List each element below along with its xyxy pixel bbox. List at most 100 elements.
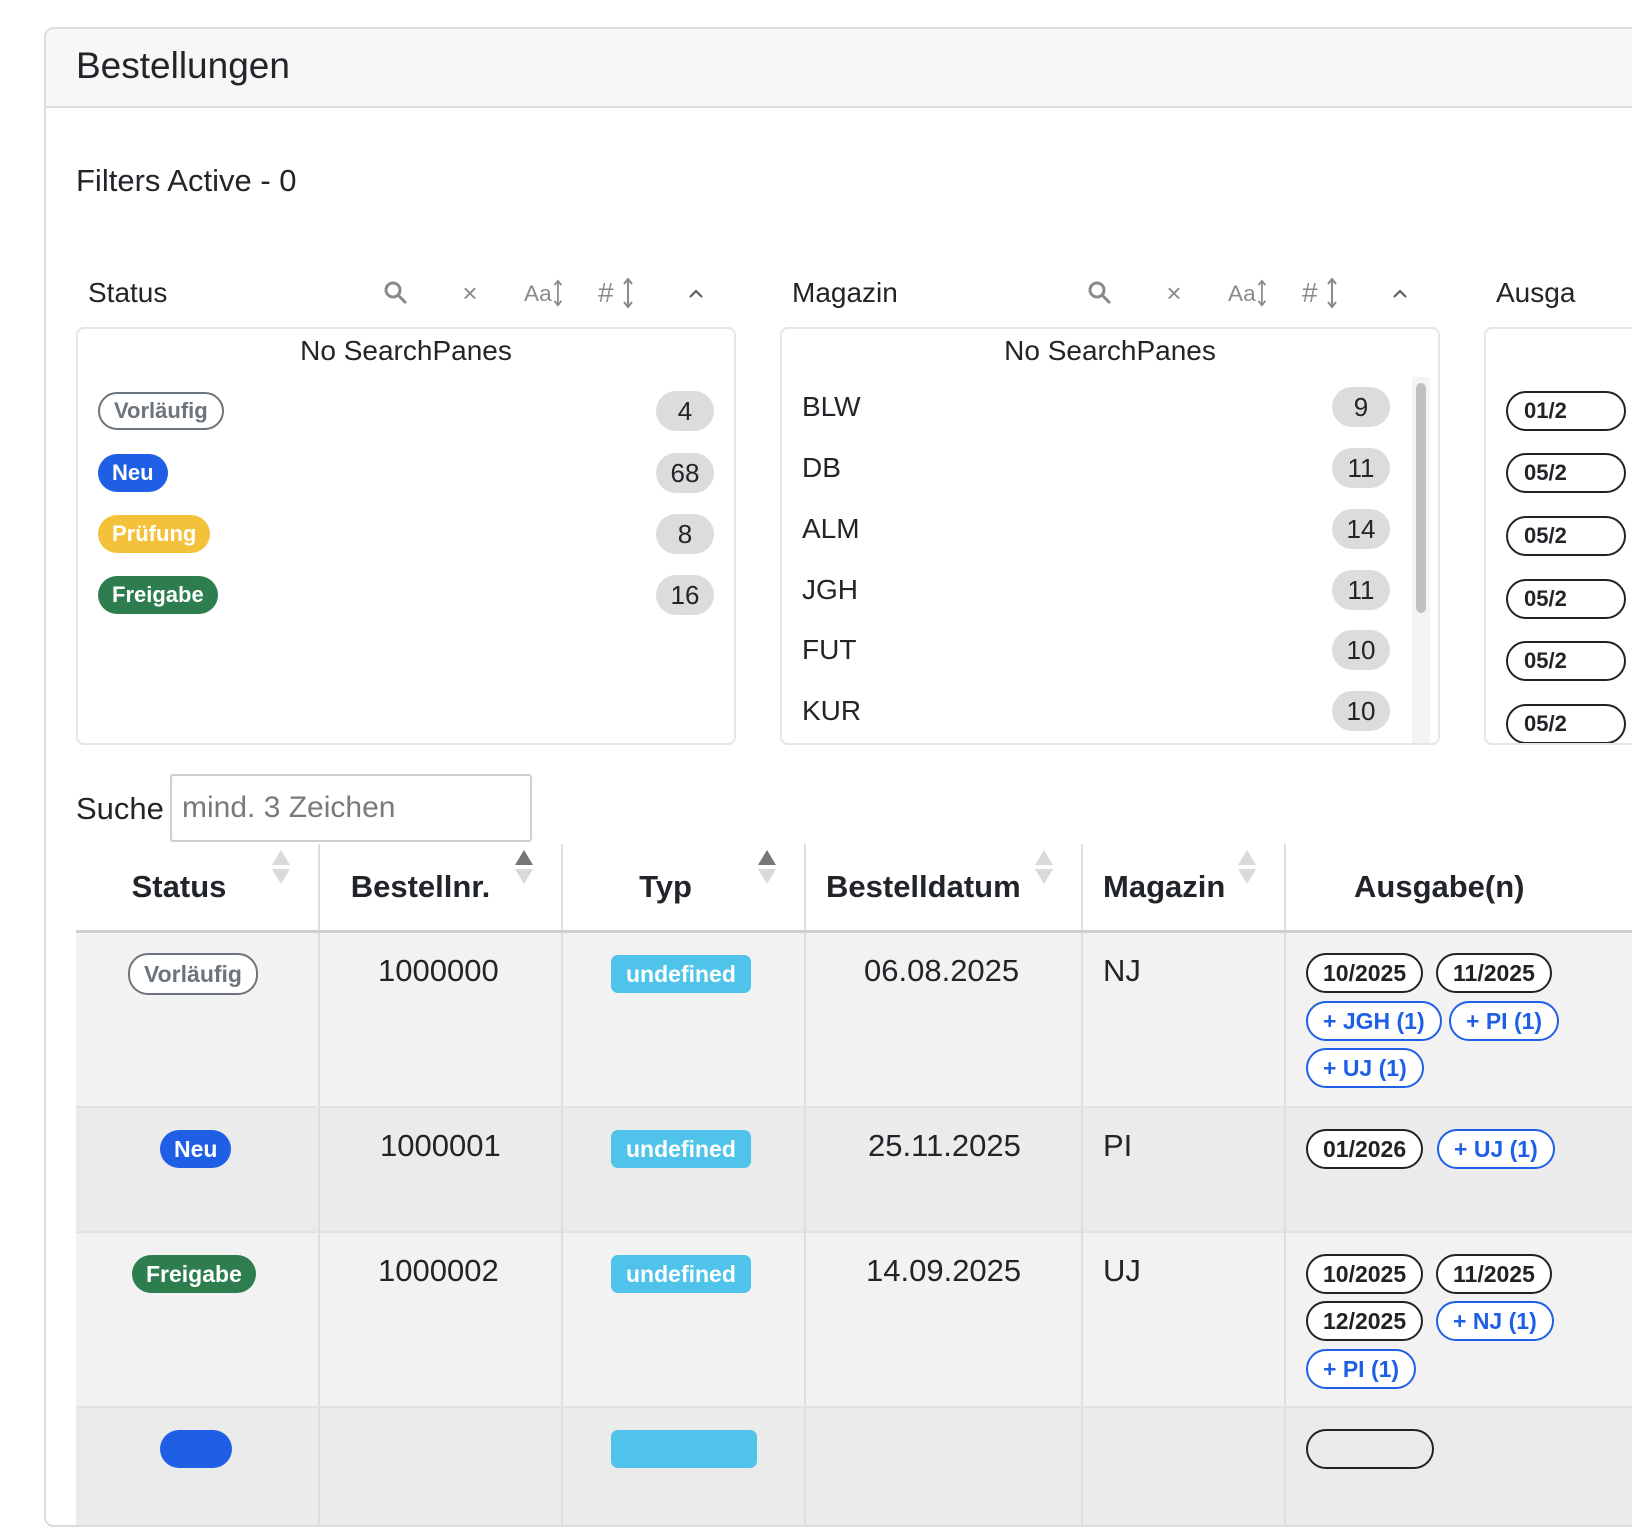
chevron-up-icon[interactable]: [1380, 273, 1420, 313]
type-badge: [611, 1430, 757, 1468]
pane-item-ausgabe[interactable]: 05/2: [1506, 641, 1626, 681]
pane-list-status: No SearchPanes Vorläufig 4 Neu 68 Prüfun…: [76, 327, 736, 745]
search-label: Suche: [76, 791, 164, 826]
svg-text:#: #: [598, 277, 614, 308]
issue-pill[interactable]: [1306, 1429, 1434, 1469]
pane-item-neu[interactable]: Neu 68: [98, 451, 714, 495]
pane-header: Magazin × Aa #: [780, 267, 1440, 321]
table-row[interactable]: Freigabe 1000002 undefined 14.09.2025 UJ…: [76, 1233, 1632, 1408]
column-header-status[interactable]: Status: [76, 844, 320, 930]
chevron-up-icon[interactable]: [676, 273, 716, 313]
order-number: 1000001: [380, 1128, 501, 1163]
search-input[interactable]: [170, 774, 532, 842]
pane-item-label: KUR: [802, 695, 862, 726]
sort-numeric-icon[interactable]: #: [1302, 273, 1342, 313]
column-header-ausgaben[interactable]: Ausgabe(n): [1286, 844, 1632, 930]
status-badge: Vorläufig: [128, 953, 258, 995]
type-badge: undefined: [611, 955, 751, 993]
pane-item-ausgabe[interactable]: 05/2: [1506, 704, 1626, 743]
sort-alpha-icon[interactable]: Aa: [1228, 273, 1268, 313]
order-date: 14.09.2025: [866, 1253, 1022, 1288]
order-date: 06.08.2025: [864, 953, 1020, 988]
column-header-bestellnr[interactable]: Bestellnr.: [320, 844, 563, 930]
sort-alpha-icon[interactable]: Aa: [524, 273, 564, 313]
cell-magazin: NJ: [1083, 933, 1286, 1106]
pane-header: Ausga: [1484, 267, 1632, 321]
search-icon[interactable]: [376, 273, 416, 313]
issue-pill[interactable]: 10/2025: [1306, 1254, 1424, 1294]
pane-item-blw[interactable]: BLW 9: [802, 385, 1390, 429]
cell-bestellnr: 1000001: [320, 1108, 563, 1231]
more-issues-pill[interactable]: + PI (1): [1306, 1349, 1417, 1389]
filters-active-label: Filters Active - 0: [76, 163, 297, 198]
pane-count: 11: [1332, 448, 1390, 488]
order-number: 1000002: [378, 1253, 499, 1288]
pane-scrollbar[interactable]: [1412, 377, 1430, 743]
sort-asc-icon[interactable]: [515, 850, 533, 886]
status-badge: Freigabe: [132, 1255, 256, 1293]
pane-item-ausgabe[interactable]: 05/2: [1506, 516, 1626, 556]
column-header-label: Bestellnr.: [350, 869, 491, 904]
pane-count: 10: [1332, 691, 1390, 731]
column-header-label: Magazin: [1103, 869, 1226, 904]
status-badge: Prüfung: [98, 515, 211, 553]
pane-item-label: DB: [802, 452, 841, 483]
cell-status: [76, 1408, 320, 1525]
issue-pill[interactable]: 12/2025: [1306, 1301, 1424, 1341]
table-row[interactable]: [76, 1408, 1632, 1525]
sort-numeric-icon[interactable]: #: [598, 273, 638, 313]
more-issues-pill[interactable]: + JGH (1): [1306, 1001, 1442, 1041]
pane-item-label: ALM: [802, 513, 860, 544]
table-row[interactable]: Neu 1000001 undefined 25.11.2025 PI 01/2…: [76, 1108, 1632, 1233]
pane-list-ausgabe: 01/2 05/2 05/2 05/2 05/2 05/2: [1484, 327, 1632, 745]
cell-status: Neu: [76, 1108, 320, 1231]
pane-count: 11: [1332, 570, 1390, 610]
cell-bestelldatum: 06.08.2025: [806, 933, 1083, 1106]
searchpane-status: Status × Aa # No SearchPanes Vorläufig 4…: [76, 267, 736, 745]
search-icon[interactable]: [1080, 273, 1120, 313]
svg-text:#: #: [1302, 277, 1318, 308]
close-icon[interactable]: ×: [450, 273, 490, 313]
pane-count: 9: [1332, 387, 1390, 427]
pane-item-jgh[interactable]: JGH 11: [802, 568, 1390, 612]
pane-message: No SearchPanes: [300, 335, 512, 366]
column-header-magazin[interactable]: Magazin: [1083, 844, 1286, 930]
column-header-typ[interactable]: Typ: [563, 844, 806, 930]
pane-item-kur[interactable]: KUR 10: [802, 689, 1390, 733]
issue-pill[interactable]: 10/2025: [1306, 953, 1424, 993]
pane-count: 14: [1332, 509, 1390, 549]
pane-item-alm[interactable]: ALM 14: [802, 507, 1390, 551]
cell-typ: [563, 1408, 806, 1525]
sort-asc-icon[interactable]: [758, 850, 776, 886]
cell-typ: undefined: [563, 1233, 806, 1406]
scrollbar-thumb[interactable]: [1416, 383, 1426, 613]
pane-item-ausgabe[interactable]: 05/2: [1506, 579, 1626, 619]
pane-item-pruefung[interactable]: Prüfung 8: [98, 512, 714, 556]
pane-item-db[interactable]: DB 11: [802, 446, 1390, 490]
cell-bestellnr: [320, 1408, 563, 1525]
pane-item-ausgabe[interactable]: 01/2: [1506, 391, 1626, 431]
pane-item-ausgabe[interactable]: 05/2: [1506, 453, 1626, 493]
issue-pill[interactable]: 01/2026: [1306, 1129, 1424, 1169]
svg-text:Aa: Aa: [1228, 281, 1256, 306]
table-row[interactable]: Vorläufig 1000000 undefined 06.08.2025 N…: [76, 933, 1632, 1108]
cell-bestelldatum: 14.09.2025: [806, 1233, 1083, 1406]
magazine-code: NJ: [1103, 953, 1141, 988]
pane-item-label: FUT: [802, 634, 857, 665]
more-issues-pill[interactable]: + NJ (1): [1436, 1301, 1554, 1341]
pane-item-fut[interactable]: FUT 10: [802, 628, 1390, 672]
pane-title-status: Status: [88, 277, 168, 308]
issue-pill[interactable]: 11/2025: [1436, 953, 1552, 993]
issue-pill[interactable]: 11/2025: [1436, 1254, 1552, 1294]
sort-icon[interactable]: [1238, 850, 1256, 886]
column-header-bestelldatum[interactable]: Bestelldatum: [806, 844, 1083, 930]
more-issues-pill[interactable]: + UJ (1): [1437, 1129, 1555, 1169]
pane-item-freigabe[interactable]: Freigabe 16: [98, 573, 714, 617]
close-icon[interactable]: ×: [1154, 273, 1194, 313]
pane-title-magazin: Magazin: [792, 277, 898, 308]
pane-item-vorlaeufig[interactable]: Vorläufig 4: [98, 389, 714, 433]
more-issues-pill[interactable]: + UJ (1): [1306, 1048, 1424, 1088]
sort-icon[interactable]: [1035, 850, 1053, 886]
more-issues-pill[interactable]: + PI (1): [1449, 1001, 1560, 1041]
sort-icon[interactable]: [272, 850, 290, 886]
